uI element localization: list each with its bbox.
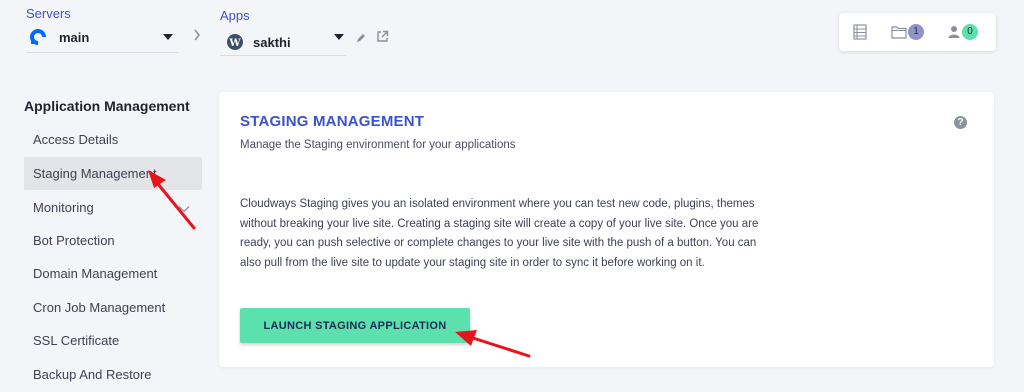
user-count-badge: 0	[962, 24, 978, 40]
app-underline	[220, 55, 346, 56]
app-selector[interactable]: W sakthi	[226, 32, 346, 52]
svg-text:W: W	[228, 38, 241, 49]
wordpress-icon: W	[226, 33, 244, 51]
launch-staging-button[interactable]: LAUNCH STAGING APPLICATION	[240, 308, 470, 343]
chevron-down-icon	[334, 34, 344, 40]
chevron-down-icon	[178, 200, 190, 218]
sidebar-item-monitoring[interactable]: Monitoring	[24, 191, 202, 224]
user-icon[interactable]	[948, 25, 960, 44]
sidebar-item-domain-management[interactable]: Domain Management	[24, 257, 202, 290]
staging-description: Cloudways Staging gives you an isolated …	[240, 198, 759, 269]
sidebar-item-bot-protection[interactable]: Bot Protection	[24, 224, 202, 257]
sidebar-item-ssl-certificate[interactable]: SSL Certificate	[24, 324, 202, 357]
quick-access-panel: 1 0	[839, 13, 996, 51]
staging-management-card: STAGING MANAGEMENT Manage the Staging en…	[219, 92, 994, 367]
server-underline	[26, 52, 178, 53]
digitalocean-icon	[28, 27, 48, 47]
servers-label: Servers	[26, 6, 71, 21]
folder-icon[interactable]	[891, 25, 907, 44]
sidebar-item-backup-and-restore[interactable]: Backup And Restore	[24, 358, 202, 391]
chevron-down-icon	[163, 34, 173, 40]
server-name: main	[59, 29, 90, 45]
page-title: STAGING MANAGEMENT	[240, 113, 425, 130]
folder-count-badge: 1	[908, 24, 924, 40]
pencil-icon[interactable]	[355, 31, 367, 49]
app-name: sakthi	[253, 34, 291, 50]
list-icon[interactable]	[853, 24, 867, 45]
sidebar-title: Application Management	[24, 98, 190, 114]
help-icon[interactable]: ?	[954, 116, 967, 129]
external-link-icon[interactable]	[376, 30, 389, 48]
server-selector[interactable]: main	[28, 27, 178, 47]
sidebar-item-cron-job-management[interactable]: Cron Job Management	[24, 291, 202, 324]
page-subtitle: Manage the Staging environment for your …	[240, 139, 516, 151]
apps-label: Apps	[220, 8, 250, 23]
chevron-right-icon	[193, 28, 201, 44]
sidebar-item-staging-management[interactable]: Staging Management	[24, 157, 202, 190]
top-bar: Servers main Apps W sakthi 1 0	[0, 0, 1024, 70]
sidebar-item-access-details[interactable]: Access Details	[24, 123, 202, 156]
